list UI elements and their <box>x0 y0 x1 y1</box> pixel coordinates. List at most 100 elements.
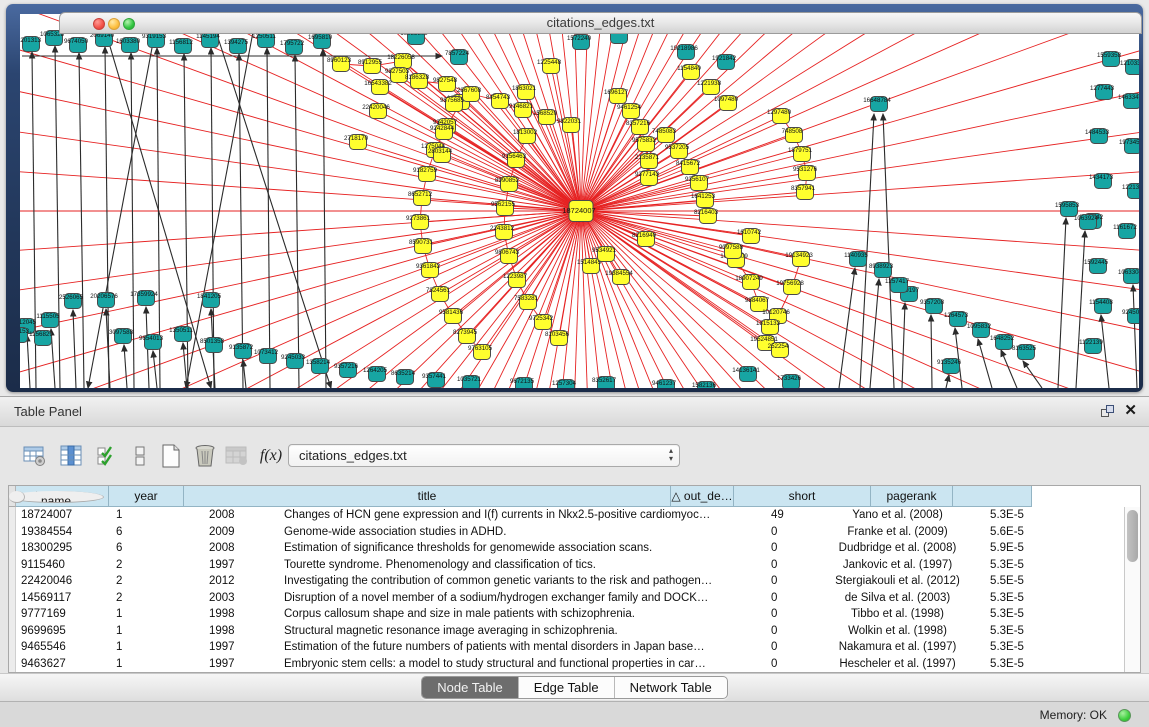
column-header-title[interactable]: title <box>184 486 671 507</box>
table-row[interactable]: 1872400712008Changes of HCN gene express… <box>9 507 1140 524</box>
cell-name[interactable]: 18724007 <box>16 507 111 524</box>
cell-filler[interactable] <box>1048 656 1127 673</box>
cell-short[interactable]: Stergiakouli et al. (2012) <box>829 573 966 590</box>
cell-filler[interactable] <box>1048 639 1127 656</box>
cell-out_de…[interactable]: 0 <box>766 656 829 673</box>
network-canvas[interactable]: 1872400718130029156463899085295621552243… <box>20 14 1139 388</box>
column-header-out_de…[interactable]: △ out_de… <box>671 486 734 507</box>
cell-year[interactable]: 1997 <box>204 639 279 656</box>
cell-year[interactable]: 2012 <box>204 573 279 590</box>
cell-year[interactable]: 1997 <box>204 656 279 673</box>
cell-in_degree[interactable]: 1 <box>111 623 204 640</box>
tab-network-table[interactable]: Network Table <box>614 677 727 698</box>
cell-name[interactable]: 19384554 <box>16 524 111 541</box>
citation-edge-black[interactable] <box>1133 285 1137 388</box>
cell-title[interactable]: Changes of HCN gene expression and I(f) … <box>279 507 766 524</box>
cell-year[interactable]: 2008 <box>204 540 279 557</box>
cell-in_degree[interactable]: 1 <box>111 656 204 673</box>
cell-in_degree[interactable]: 1 <box>111 639 204 656</box>
zoom-window-button[interactable] <box>123 18 135 30</box>
citation-edge-black[interactable] <box>1058 218 1066 388</box>
memory-ok-indicator[interactable] <box>1118 709 1131 722</box>
function-builder-icon[interactable]: f(x) <box>256 441 286 471</box>
citation-edge-black[interactable] <box>79 53 84 388</box>
cell-short[interactable]: Hescheler et al. (1997) <box>829 656 966 673</box>
cell-title[interactable]: Genome-wide association studies in ADHD. <box>279 524 766 541</box>
table-settings-icon[interactable] <box>20 441 50 471</box>
new-table-icon[interactable] <box>156 441 186 471</box>
scrollbar-thumb[interactable] <box>1127 510 1138 562</box>
column-header-filler[interactable] <box>953 486 1032 507</box>
citation-edge-black[interactable] <box>1076 231 1085 388</box>
cell-pagerank[interactable]: 5.3E-5 <box>966 656 1048 673</box>
cell-year[interactable]: 2003 <box>204 590 279 607</box>
cell-pagerank[interactable]: 5.6E-5 <box>966 524 1048 541</box>
table-row[interactable]: 911546021997Tourette syndrome. Phenomeno… <box>9 557 1140 574</box>
select-columns-icon[interactable] <box>56 441 86 471</box>
cell-title[interactable]: Tourette syndrome. Phenomenology and cla… <box>279 557 766 574</box>
cell-title[interactable]: Structural magnetic resonance image aver… <box>279 623 766 640</box>
cell-year[interactable]: 1998 <box>204 623 279 640</box>
cell-year[interactable]: 2008 <box>204 507 279 524</box>
cell-year[interactable]: 2009 <box>204 524 279 541</box>
cell-filler[interactable] <box>1048 606 1127 623</box>
cell-name[interactable]: 9777169 <box>16 606 111 623</box>
citation-edge-black[interactable] <box>883 114 894 388</box>
citation-edge-black[interactable] <box>902 303 905 388</box>
cell-filler[interactable] <box>1048 590 1127 607</box>
cell-year[interactable]: 1997 <box>204 557 279 574</box>
cell-short[interactable]: Franke et al. (2009) <box>829 524 966 541</box>
citation-edge-black[interactable] <box>55 46 60 388</box>
citation-edge-black[interactable] <box>153 351 157 388</box>
delete-rows-icon[interactable] <box>190 441 220 471</box>
close-window-button[interactable] <box>93 18 105 30</box>
citation-edge-black[interactable] <box>267 48 270 388</box>
cell-short[interactable]: Dudbridge et al. (2008) <box>829 540 966 557</box>
citation-edge-black[interactable] <box>1101 315 1109 388</box>
cell-title[interactable]: Disruption of a novel member of a sodium… <box>279 590 766 607</box>
cell-out_de…[interactable]: 0 <box>766 557 829 574</box>
tab-edge-table[interactable]: Edge Table <box>518 677 614 698</box>
cell-short[interactable]: de Silva et al. (2003) <box>829 590 966 607</box>
cell-title[interactable]: Estimation of the future numbers of pati… <box>279 639 766 656</box>
cell-pagerank[interactable]: 5.5E-5 <box>966 573 1048 590</box>
cell-name[interactable]: 9465546 <box>16 639 111 656</box>
cell-out_de…[interactable]: 0 <box>766 623 829 640</box>
cell-title[interactable]: Embryonic stem cells: a model to study s… <box>279 656 766 673</box>
cell-short[interactable]: Wolkin et al. (1998) <box>829 623 966 640</box>
cell-short[interactable]: Jankovic et al. (1997) <box>829 557 966 574</box>
citation-network-graph[interactable]: 1872400718130029156463899085295621552243… <box>20 14 1139 388</box>
tab-node-table[interactable]: Node Table <box>422 677 518 698</box>
table-vertical-scrollbar[interactable] <box>1124 507 1140 672</box>
cell-pagerank[interactable]: 5.3E-5 <box>966 639 1048 656</box>
table-row[interactable]: 946362711997Embryonic stem cells: a mode… <box>9 656 1140 673</box>
table-row[interactable]: 2242004622012Investigating the contribut… <box>9 573 1140 590</box>
float-panel-icon[interactable] <box>1101 405 1115 418</box>
cell-filler[interactable] <box>1048 573 1127 590</box>
citation-edge-black[interactable] <box>73 310 76 388</box>
cell-in_degree[interactable]: 2 <box>111 590 204 607</box>
citation-edge-black[interactable] <box>978 339 992 388</box>
close-panel-icon[interactable]: ✕ <box>1124 402 1137 420</box>
citation-edge-black[interactable] <box>186 16 256 388</box>
cell-filler[interactable] <box>1048 557 1127 574</box>
citation-edge-black[interactable] <box>1023 361 1042 388</box>
citation-edge-black[interactable] <box>211 16 331 388</box>
table-row[interactable]: 1938455462009Genome-wide association stu… <box>9 524 1140 541</box>
citation-edge-black[interactable] <box>27 335 30 388</box>
cell-name[interactable]: 9699695 <box>16 623 111 640</box>
cell-in_degree[interactable]: 1 <box>111 606 204 623</box>
cell-name[interactable]: 14569117 <box>16 590 111 607</box>
cell-in_degree[interactable]: 2 <box>111 573 204 590</box>
clear-row-selection-icon[interactable] <box>126 441 156 471</box>
table-row[interactable]: 1456911722003Disruption of a novel membe… <box>9 590 1140 607</box>
column-header-pagerank[interactable]: pagerank <box>871 486 953 507</box>
cell-pagerank[interactable]: 5.3E-5 <box>966 507 1048 524</box>
cell-out_de…[interactable]: 0 <box>766 540 829 557</box>
cell-in_degree[interactable]: 2 <box>111 557 204 574</box>
cell-out_de…[interactable]: 0 <box>766 524 829 541</box>
cell-pagerank[interactable]: 5.9E-5 <box>966 540 1048 557</box>
select-all-rows-icon[interactable] <box>92 441 122 471</box>
cell-short[interactable]: Tibbo et al. (1998) <box>829 606 966 623</box>
table-row[interactable]: 946554611997Estimation of the future num… <box>9 639 1140 656</box>
